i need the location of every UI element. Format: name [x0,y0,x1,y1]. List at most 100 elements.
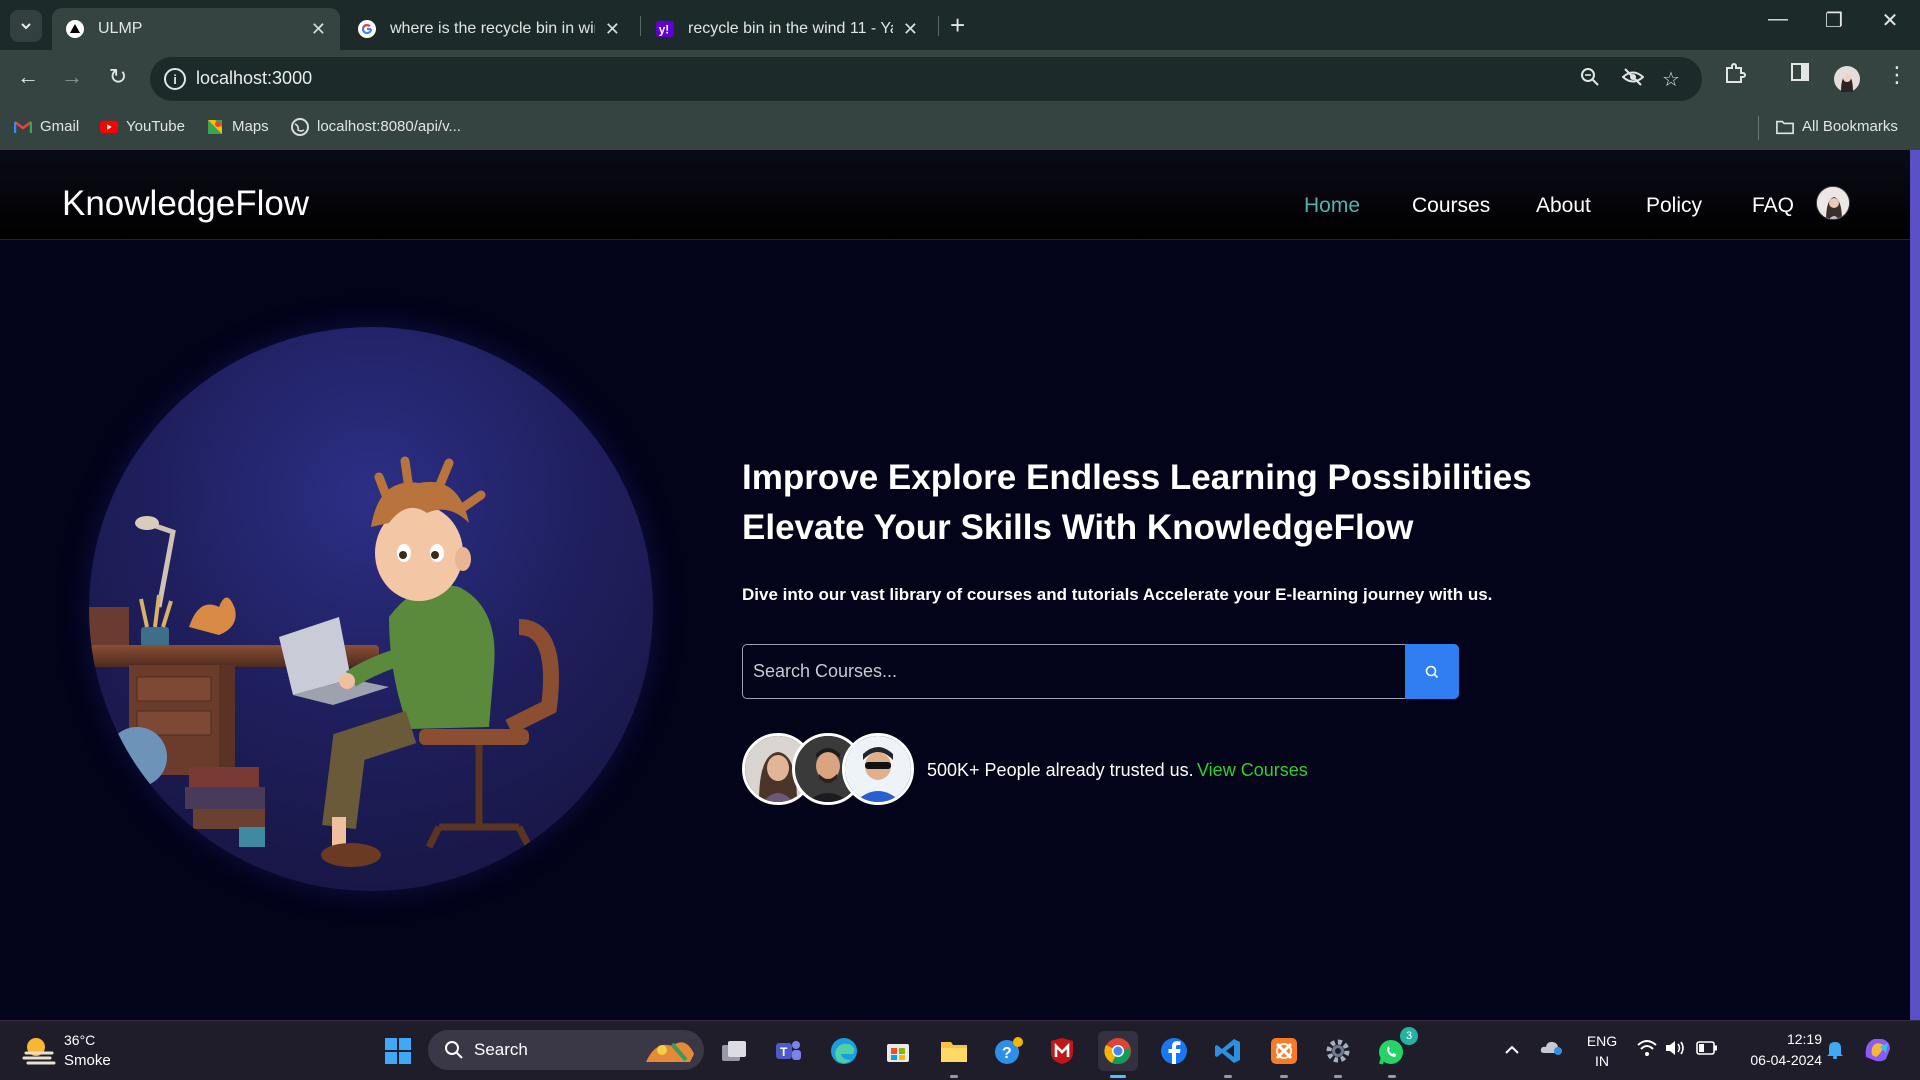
eye-off-icon[interactable] [1621,67,1645,93]
bookmark-label: Maps [232,118,269,135]
minimize-icon[interactable]: — [1758,8,1798,31]
teams-icon[interactable]: T [768,1031,808,1071]
svg-text:?: ? [1002,1045,1012,1062]
tab-google-search[interactable]: where is the recycle bin in wind ✕ [344,8,634,50]
svg-text:y!: y! [659,24,669,37]
task-view-icon[interactable] [714,1031,754,1071]
yahoo-icon: y! [656,20,674,38]
hero-headline: Improve Explore Endless Learning Possibi… [742,458,1532,547]
facebook-icon[interactable] [1154,1031,1194,1071]
gmail-icon [14,119,32,135]
site-navbar: KnowledgeFlow Home Courses About Policy … [0,150,1910,240]
running-indicator [950,1075,958,1078]
taskbar-search-box[interactable]: Search [428,1030,704,1070]
vercel-triangle-icon [66,20,84,38]
user-avatar[interactable] [1816,186,1850,220]
view-courses-link[interactable]: View Courses [1197,760,1308,781]
bookmark-youtube[interactable]: YouTube [100,118,185,135]
student-at-desk-illustration [89,456,559,867]
copilot-icon[interactable] [1862,1035,1894,1068]
close-tab-icon[interactable]: ✕ [605,19,620,40]
side-panel-icon[interactable] [1790,62,1810,88]
back-arrow-icon[interactable]: ← [13,64,43,90]
edge-browser-icon[interactable] [824,1031,864,1071]
google-g-icon [358,20,376,38]
tab-title: where is the recycle bin in wind [390,20,595,37]
weather-temperature[interactable]: 36°C [64,1032,95,1048]
taskbar-search-label: Search [474,1040,528,1059]
all-bookmarks-button[interactable]: All Bookmarks [1776,118,1898,135]
get-help-icon[interactable]: ? [988,1031,1028,1071]
hero-illustration [89,327,653,891]
xampp-icon[interactable] [1264,1031,1304,1078]
language-region[interactable]: IN [1584,1053,1620,1069]
search-icon [444,1040,464,1065]
all-bookmarks-label: All Bookmarks [1802,118,1898,135]
profile-avatar[interactable] [1834,66,1860,98]
close-window-icon[interactable]: ✕ [1870,8,1910,33]
tab-title: ULMP [98,20,143,37]
bookmark-localhost-api[interactable]: localhost:8080/api/v... [291,117,461,136]
folder-icon [1776,119,1794,135]
course-search-input[interactable] [742,644,1406,699]
chevron-up-icon[interactable] [1504,1039,1520,1060]
new-tab-button[interactable]: + [950,12,965,38]
weather-haze-icon[interactable] [22,1035,56,1070]
bookmark-maps[interactable]: Maps [206,118,269,135]
page-viewport: KnowledgeFlow Home Courses About Policy … [0,150,1920,1020]
trusted-users-avatars [742,733,916,805]
tab-ulmp[interactable]: ULMP ✕ [52,8,340,50]
address-bar[interactable]: i localhost:3000 ☆ [150,57,1702,101]
site-logo[interactable]: KnowledgeFlow [62,184,309,224]
bookmark-gmail[interactable]: Gmail [14,118,79,135]
nav-about[interactable]: About [1536,194,1591,218]
running-indicator [1224,1075,1232,1078]
tab-search-dropdown-button[interactable] [10,10,42,42]
battery-icon[interactable] [1696,1039,1718,1060]
file-explorer-icon[interactable] [934,1031,974,1078]
trusted-count-text: 500K+ People already trusted us. [927,760,1194,780]
windows-taskbar: 36°C Smoke Search T ? 3 ENG IN 12:19 06-… [0,1020,1920,1080]
mcafee-icon[interactable] [1042,1031,1082,1071]
clock-time[interactable]: 12:19 [1732,1031,1822,1047]
forward-arrow-icon[interactable]: → [57,64,87,90]
nav-home[interactable]: Home [1304,194,1360,218]
microsoft-store-icon[interactable] [878,1031,918,1071]
onedrive-cloud-icon[interactable] [1540,1037,1564,1062]
start-windows-icon[interactable] [378,1031,418,1071]
notification-bell-icon[interactable] [1826,1039,1844,1064]
restore-icon[interactable]: ❐ [1814,8,1854,33]
tab-yahoo-search[interactable]: y! recycle bin in the wind 11 - Yah ✕ [642,8,932,50]
address-url[interactable]: localhost:3000 [196,68,312,89]
nav-policy[interactable]: Policy [1646,194,1702,218]
hero-subtitle: Dive into our vast library of courses an… [742,585,1493,604]
nav-courses[interactable]: Courses [1412,194,1490,218]
page-scrollbar[interactable] [1910,150,1920,1020]
reload-icon[interactable]: ↻ [103,64,133,90]
notification-badge: 3 [1400,1027,1418,1045]
vscode-icon[interactable] [1208,1031,1248,1078]
search-highlight-art-icon [642,1034,698,1071]
zoom-icon[interactable] [1580,67,1600,93]
close-tab-icon[interactable]: ✕ [311,19,326,40]
browser-toolbar: ← → ↻ i localhost:3000 ☆ [0,50,1920,108]
settings-gear-icon[interactable] [1318,1031,1358,1078]
site-info-icon[interactable]: i [164,68,186,90]
browser-tab-bar: ULMP ✕ where is the recycle bin in wind … [0,0,1920,50]
bookmarks-divider [1758,116,1759,140]
clock-date[interactable]: 06-04-2024 [1732,1052,1822,1068]
bookmark-label: YouTube [126,118,185,135]
weather-condition[interactable]: Smoke [64,1052,111,1069]
extensions-puzzle-icon[interactable] [1724,62,1746,90]
more-menu-icon[interactable]: ⋮ [1886,62,1908,88]
whatsapp-icon[interactable]: 3 [1372,1027,1418,1078]
tab-divider [640,16,641,36]
close-tab-icon[interactable]: ✕ [903,19,918,40]
wifi-icon[interactable] [1636,1039,1658,1062]
star-bookmark-icon[interactable]: ☆ [1662,67,1680,92]
volume-icon[interactable] [1664,1039,1686,1062]
course-search-button[interactable] [1405,644,1459,699]
language-code[interactable]: ENG [1584,1033,1620,1049]
chrome-icon[interactable] [1098,1031,1138,1078]
nav-faq[interactable]: FAQ [1752,194,1794,218]
